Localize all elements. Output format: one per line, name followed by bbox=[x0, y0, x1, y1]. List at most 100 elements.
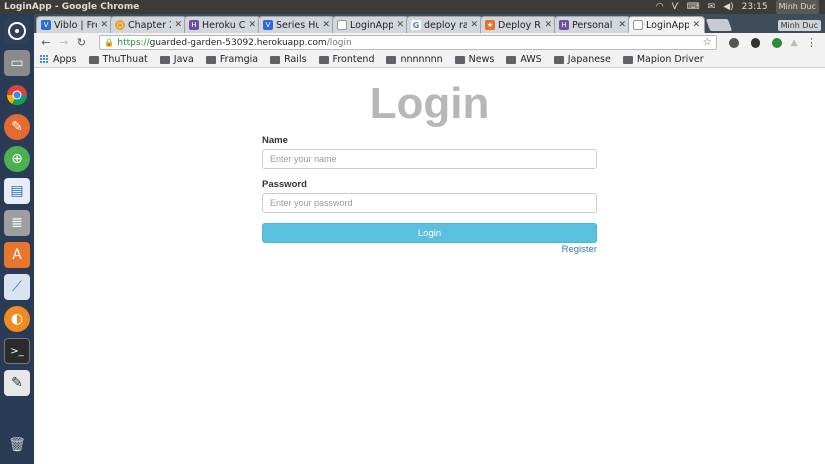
bookmark-folder[interactable]: nnnnnnn bbox=[386, 54, 443, 65]
folder-icon bbox=[622, 55, 633, 64]
reload-icon[interactable]: ↻ bbox=[76, 36, 88, 49]
bookmark-folder[interactable]: News bbox=[454, 54, 494, 65]
folder-icon bbox=[553, 55, 564, 64]
extension-new-icon[interactable] bbox=[772, 37, 783, 48]
lock-icon[interactable]: 🔒 bbox=[104, 38, 114, 47]
software-center-icon[interactable]: A bbox=[4, 242, 30, 268]
google-favicon-icon: G bbox=[411, 20, 421, 30]
tab-2[interactable]: HHeroku CL✕ bbox=[184, 16, 261, 33]
folder-icon bbox=[88, 55, 99, 64]
chrome-icon[interactable] bbox=[4, 82, 30, 108]
postman-icon[interactable]: ✎ bbox=[4, 114, 30, 140]
folder-icon bbox=[454, 55, 465, 64]
trash-icon[interactable]: 🗑 bbox=[4, 432, 30, 458]
login-button[interactable]: Login bbox=[262, 223, 597, 243]
register-link[interactable]: Register bbox=[554, 244, 597, 255]
clock[interactable]: 23:15 bbox=[742, 0, 768, 14]
vpn-icon[interactable]: Ѵ bbox=[672, 0, 679, 14]
bookmark-folder[interactable]: Frontend bbox=[318, 54, 374, 65]
page-title: Login bbox=[369, 79, 490, 128]
extension-warning-icon[interactable]: ▲ bbox=[788, 38, 800, 48]
tab-close-icon[interactable]: ✕ bbox=[544, 20, 552, 30]
tab-6[interactable]: ★Deploy Ru✕ bbox=[480, 16, 557, 33]
tab-0[interactable]: V Viblo | Fre ✕ bbox=[36, 16, 113, 33]
tab-strip: VViblo | Fre✕ ○Chapter 2✕ HHeroku CL✕ VS… bbox=[34, 14, 825, 33]
name-label: Name bbox=[262, 135, 288, 146]
writer-icon[interactable]: ▤ bbox=[4, 178, 30, 204]
database-icon[interactable]: ≣ bbox=[4, 210, 30, 236]
tab-close-icon[interactable]: ✕ bbox=[396, 20, 404, 30]
bookmark-folder[interactable]: Framgia bbox=[205, 54, 258, 65]
tab-favicon-icon: H bbox=[189, 20, 199, 30]
tab-close-icon[interactable]: ✕ bbox=[174, 20, 182, 30]
folder-icon bbox=[270, 55, 281, 64]
keyboard-icon[interactable]: ⌨ bbox=[687, 0, 700, 14]
bookmark-folder[interactable]: AWS bbox=[506, 54, 542, 65]
profile-button[interactable]: Minh Duc bbox=[777, 20, 821, 31]
folder-icon bbox=[386, 55, 397, 64]
new-tab-button[interactable] bbox=[705, 19, 733, 31]
bookmark-folder[interactable]: Mapion Driver bbox=[622, 54, 704, 65]
tab-favicon-icon: H bbox=[559, 20, 569, 30]
tab-close-icon[interactable]: ✕ bbox=[322, 20, 330, 30]
bookmarks-bar: Apps ThuThuat Java Framgia Rails Fronten… bbox=[34, 52, 825, 68]
bookmark-apps[interactable]: Apps bbox=[40, 54, 77, 65]
terminal-icon[interactable]: >_ bbox=[4, 338, 30, 364]
password-label: Password bbox=[262, 179, 307, 190]
tab-close-icon[interactable]: ✕ bbox=[618, 20, 626, 30]
os-top-panel: LoginApp - Google Chrome ◠ Ѵ ⌨ ✉ ◀) 23:1… bbox=[0, 0, 825, 14]
mysql-workbench-icon[interactable]: ⟋ bbox=[4, 274, 30, 300]
tab-close-icon[interactable]: ✕ bbox=[100, 20, 108, 30]
bookmark-folder[interactable]: ThuThuat bbox=[88, 54, 148, 65]
name-input[interactable] bbox=[262, 149, 597, 169]
tab-close-icon[interactable]: ✕ bbox=[248, 20, 256, 30]
ubuntu-dash-icon[interactable] bbox=[4, 18, 30, 44]
bookmark-folder[interactable]: Java bbox=[159, 54, 194, 65]
password-input[interactable] bbox=[262, 193, 597, 213]
tab-3[interactable]: V Series Hu ✕ bbox=[258, 16, 335, 33]
text-editor-icon[interactable]: ✎ bbox=[4, 370, 30, 396]
chrome-menu-icon[interactable]: ⋮ bbox=[806, 36, 817, 49]
extension-circle-icon[interactable] bbox=[728, 37, 739, 48]
sublime-icon[interactable]: ◐ bbox=[4, 306, 30, 332]
forward-arrow-icon[interactable]: → bbox=[58, 36, 70, 49]
url-path: /login bbox=[326, 37, 352, 48]
bookmark-folder[interactable]: Japanese bbox=[553, 54, 611, 65]
tab-favicon-icon bbox=[633, 20, 643, 30]
url-host: guarded-garden-53092.herokuapp.com bbox=[149, 37, 327, 48]
wifi-icon[interactable]: ◠ bbox=[656, 0, 664, 14]
tab-8-active[interactable]: LoginApp ✕ bbox=[628, 16, 705, 33]
url-scheme: https:// bbox=[117, 37, 150, 48]
extension-dark-icon[interactable] bbox=[750, 37, 761, 48]
tab-favicon-icon: ★ bbox=[485, 20, 495, 30]
files-icon[interactable]: ▭ bbox=[4, 50, 30, 76]
window-title: LoginApp - Google Chrome bbox=[4, 2, 140, 12]
apps-grid-icon bbox=[40, 55, 49, 64]
browser-toolbar: ← → ↻ 🔒 https:// guarded-garden-53092.he… bbox=[34, 33, 825, 52]
bookmark-star-icon[interactable]: ☆ bbox=[703, 37, 712, 48]
mail-icon[interactable]: ✉ bbox=[708, 0, 716, 14]
tab-favicon-icon: V bbox=[263, 20, 273, 30]
tab-1[interactable]: ○ Chapter 2 ✕ bbox=[110, 16, 187, 33]
tab-favicon-icon: V bbox=[41, 20, 51, 30]
folder-icon bbox=[205, 55, 216, 64]
tab-favicon-icon: ○ bbox=[115, 20, 125, 30]
folder-icon bbox=[506, 55, 517, 64]
ubuntu-launcher: ▭ ✎ ⊕ ▤ ≣ A ⟋ ◐ >_ ✎ 🗑 bbox=[0, 14, 34, 464]
folder-icon bbox=[318, 55, 329, 64]
back-arrow-icon[interactable]: ← bbox=[40, 36, 52, 49]
page-content: Login Name Password Login Register bbox=[34, 69, 825, 464]
tab-close-icon[interactable]: ✕ bbox=[692, 20, 700, 30]
tab-favicon-icon bbox=[337, 20, 347, 30]
folder-icon bbox=[159, 55, 170, 64]
user-menu[interactable]: Minh Duc bbox=[775, 0, 819, 14]
tab-close-icon[interactable]: ✕ bbox=[470, 20, 478, 30]
tab-5[interactable]: Gdeploy ra ✕ bbox=[406, 16, 483, 33]
volume-icon[interactable]: ◀) bbox=[723, 0, 733, 14]
system-indicators: ◠ Ѵ ⌨ ✉ ◀) 23:15 Minh Duc bbox=[656, 0, 825, 14]
tab-7[interactable]: H Personal ✕ bbox=[554, 16, 631, 33]
bookmark-folder[interactable]: Rails bbox=[270, 54, 307, 65]
address-bar[interactable]: 🔒 https:// guarded-garden-53092.herokuap… bbox=[99, 35, 717, 50]
network-icon[interactable]: ⊕ bbox=[4, 146, 30, 172]
tab-4[interactable]: LoginApp ✕ bbox=[332, 16, 409, 33]
